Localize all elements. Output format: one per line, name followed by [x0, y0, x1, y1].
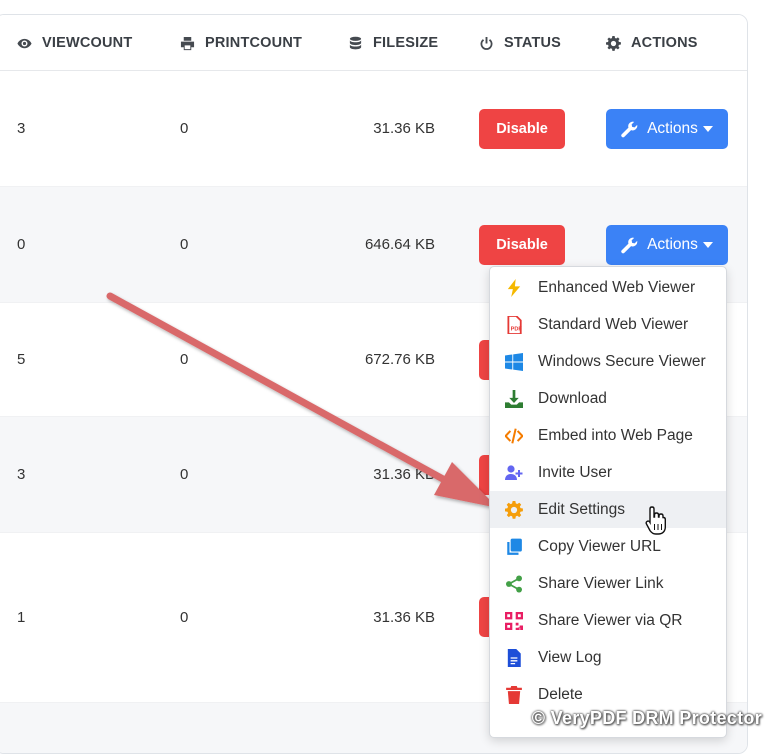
user-plus-icon	[490, 464, 538, 482]
qr-code-icon	[490, 612, 538, 630]
menu-item-label: Edit Settings	[538, 501, 625, 519]
windows-icon	[490, 353, 538, 371]
copy-icon	[490, 538, 538, 556]
menu-item-enhanced-web-viewer[interactable]: Enhanced Web Viewer	[490, 269, 726, 306]
menu-item-share-viewer-link[interactable]: Share Viewer Link	[490, 565, 726, 602]
menu-item-copy-viewer-url[interactable]: Copy Viewer URL	[490, 528, 726, 565]
menu-item-standard-web-viewer[interactable]: PDF Standard Web Viewer	[490, 306, 726, 343]
download-icon	[490, 390, 538, 408]
menu-item-download[interactable]: Download	[490, 380, 726, 417]
hand-pointer-cursor-icon	[645, 505, 669, 537]
code-icon	[490, 427, 538, 445]
menu-item-view-log[interactable]: View Log	[490, 639, 726, 676]
menu-item-label: Share Viewer via QR	[538, 612, 682, 630]
menu-item-invite-user[interactable]: Invite User	[490, 454, 726, 491]
menu-item-edit-settings[interactable]: Edit Settings	[490, 491, 726, 528]
menu-item-label: Share Viewer Link	[538, 575, 664, 593]
trash-icon	[490, 686, 538, 704]
actions-dropdown-menu: Enhanced Web Viewer PDF Standard Web Vie…	[489, 266, 727, 738]
gear-icon	[490, 501, 538, 519]
menu-item-label: Download	[538, 390, 607, 408]
share-icon	[490, 575, 538, 593]
menu-item-label: Windows Secure Viewer	[538, 353, 706, 371]
menu-item-share-viewer-via-qr[interactable]: Share Viewer via QR	[490, 602, 726, 639]
menu-item-label: Invite User	[538, 464, 612, 482]
lightning-icon	[490, 279, 538, 297]
menu-item-label: Standard Web Viewer	[538, 316, 688, 334]
menu-item-label: View Log	[538, 649, 601, 667]
menu-item-label: Delete	[538, 686, 583, 704]
document-icon	[490, 649, 538, 667]
pdf-file-icon: PDF	[490, 316, 538, 334]
menu-item-windows-secure-viewer[interactable]: Windows Secure Viewer	[490, 343, 726, 380]
menu-item-label: Enhanced Web Viewer	[538, 279, 695, 297]
menu-item-label: Embed into Web Page	[538, 427, 693, 445]
watermark: © VeryPDF DRM Protector	[532, 708, 762, 729]
menu-item-label: Copy Viewer URL	[538, 538, 661, 556]
svg-text:PDF: PDF	[511, 326, 523, 332]
menu-item-embed-into-web-page[interactable]: Embed into Web Page	[490, 417, 726, 454]
